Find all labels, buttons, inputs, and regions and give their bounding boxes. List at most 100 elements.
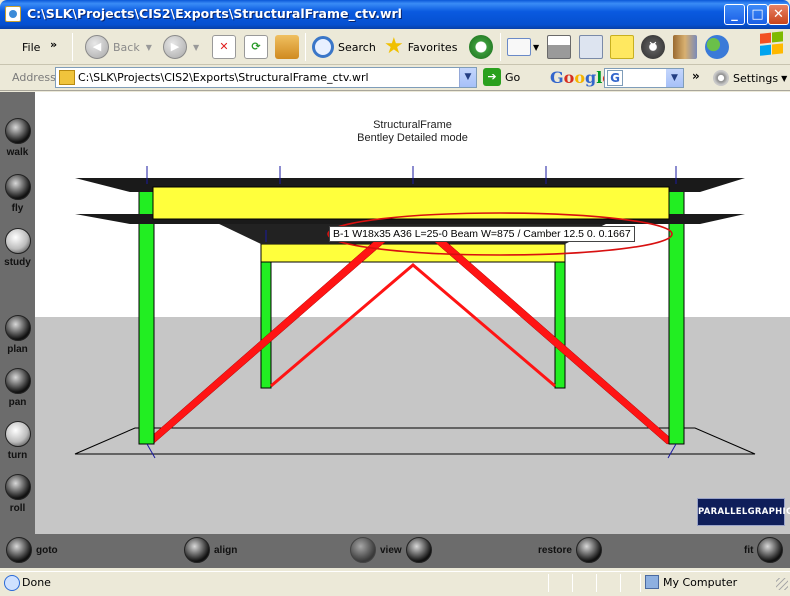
back-dropdown-icon[interactable]: ▼ <box>146 43 152 52</box>
history-button[interactable] <box>469 32 493 62</box>
block-icon: ✕ <box>641 35 665 59</box>
mail-dropdown-icon[interactable]: ▼ <box>533 43 539 52</box>
print-button[interactable] <box>547 32 571 62</box>
file-menu-label: File <box>22 40 41 54</box>
goto-icon <box>6 537 32 563</box>
scene-title: StructuralFrame <box>373 119 452 131</box>
history-icon <box>469 35 493 59</box>
study-button[interactable]: study <box>0 228 35 268</box>
goto-button[interactable]: goto <box>6 537 62 563</box>
rear-beam[interactable] <box>260 243 566 263</box>
address-bar: Address C:\SLK\Projects\CIS2\Exports\Str… <box>0 65 790 91</box>
favorites-button[interactable]: ★ Favorites <box>384 32 457 62</box>
google-letter: g <box>585 68 597 87</box>
google-letter: o <box>563 68 575 87</box>
messenger-button[interactable] <box>705 32 729 62</box>
google-dropdown-icon[interactable]: ▼ <box>666 69 683 87</box>
view-label: view <box>380 544 402 556</box>
stop-icon: ✕ <box>212 35 236 59</box>
toolbar-overflow-chevron[interactable]: » <box>50 29 57 59</box>
edit-icon <box>579 35 603 59</box>
status-divider <box>640 574 641 592</box>
google-search-input[interactable]: G ▼ <box>604 68 684 88</box>
favorites-star-icon: ★ <box>384 34 404 59</box>
fly-icon <box>4 174 31 200</box>
discuss-button[interactable] <box>610 32 634 62</box>
search-button[interactable]: Search <box>312 32 376 62</box>
align-label: align <box>214 544 238 556</box>
block-button[interactable]: ✕ <box>641 32 665 62</box>
zone-label: My Computer <box>663 575 738 589</box>
structural-frame-scene[interactable] <box>35 92 790 534</box>
front-beam[interactable] <box>152 186 670 220</box>
app-icon <box>5 6 21 22</box>
address-dropdown-icon[interactable]: ▼ <box>459 68 476 87</box>
status-divider <box>548 574 549 592</box>
favorites-label: Favorites <box>407 40 458 54</box>
go-button[interactable]: ➔ Go <box>483 68 520 86</box>
back-arrow-icon: ◀ <box>85 35 109 59</box>
restore-button[interactable]: restore <box>534 537 602 563</box>
address-label: Address <box>12 71 56 84</box>
status-divider <box>572 574 573 592</box>
google-toolbar-overflow[interactable]: » <box>692 69 700 83</box>
fit-icon <box>757 537 784 563</box>
gear-icon <box>713 70 729 86</box>
back-button[interactable]: ◀ Back ▼ <box>85 32 152 62</box>
status-text: Done <box>22 576 51 589</box>
fit-label: fit <box>744 544 754 556</box>
google-g-icon: G <box>607 70 623 86</box>
resize-grip[interactable] <box>776 578 788 590</box>
close-button[interactable]: ✕ <box>768 4 789 25</box>
parallelgraphics-logo: PARALLELGRAPHICS <box>697 498 790 526</box>
stop-button[interactable]: ✕ <box>212 32 236 62</box>
fly-button[interactable]: fly <box>0 174 35 214</box>
edit-button[interactable] <box>579 32 603 62</box>
fit-button[interactable]: fit <box>740 537 784 563</box>
minimize-button[interactable]: _ <box>724 4 745 25</box>
maximize-button[interactable]: □ <box>747 4 768 25</box>
research-button[interactable] <box>673 32 697 62</box>
next-view-icon[interactable] <box>405 537 432 563</box>
previous-view-icon[interactable] <box>350 537 376 563</box>
roll-label: roll <box>9 503 26 514</box>
forward-button[interactable]: ▶ ▼ <box>163 32 199 62</box>
view-button[interactable]: view <box>350 537 432 563</box>
windows-flag-icon <box>760 31 783 56</box>
mail-button[interactable]: ▼ <box>507 32 539 62</box>
status-divider <box>596 574 597 592</box>
scene-subtitle: Bentley Detailed mode <box>357 132 468 144</box>
rear-left-column[interactable] <box>260 241 272 389</box>
go-label: Go <box>505 70 521 84</box>
walk-icon <box>4 118 31 144</box>
page-icon <box>59 70 75 85</box>
align-button[interactable]: align <box>184 537 241 563</box>
plan-button[interactable]: plan <box>0 315 35 355</box>
pan-button[interactable]: pan <box>0 368 35 408</box>
address-input[interactable]: C:\SLK\Projects\CIS2\Exports\StructuralF… <box>55 67 477 88</box>
plan-icon <box>4 315 31 341</box>
forward-dropdown-icon[interactable]: ▼ <box>193 43 199 52</box>
toolbar-separator <box>305 33 306 61</box>
front-left-column[interactable] <box>138 185 155 445</box>
window-title: C:\SLK\Projects\CIS2\Exports\StructuralF… <box>27 6 402 21</box>
research-icon <box>673 35 697 59</box>
refresh-icon: ⟳ <box>244 35 268 59</box>
refresh-button[interactable]: ⟳ <box>244 32 268 62</box>
turn-button[interactable]: turn <box>0 421 35 461</box>
3d-viewport[interactable]: StructuralFrame Bentley Detailed mode B-… <box>35 92 790 534</box>
my-computer-icon <box>645 575 659 589</box>
rear-right-column[interactable] <box>554 241 566 389</box>
settings-button[interactable]: Settings ▼ <box>713 70 787 86</box>
address-value: C:\SLK\Projects\CIS2\Exports\StructuralF… <box>78 71 369 84</box>
messenger-icon <box>705 35 729 59</box>
front-right-column[interactable] <box>668 185 685 445</box>
walk-button[interactable]: walk <box>0 118 35 158</box>
windows-logo <box>758 30 786 60</box>
roll-button[interactable]: roll <box>0 474 35 514</box>
goto-label: goto <box>36 544 58 556</box>
google-letter: o <box>574 68 586 87</box>
file-menu[interactable]: File <box>18 32 40 62</box>
home-button[interactable] <box>275 32 299 62</box>
fly-label: fly <box>11 203 24 214</box>
